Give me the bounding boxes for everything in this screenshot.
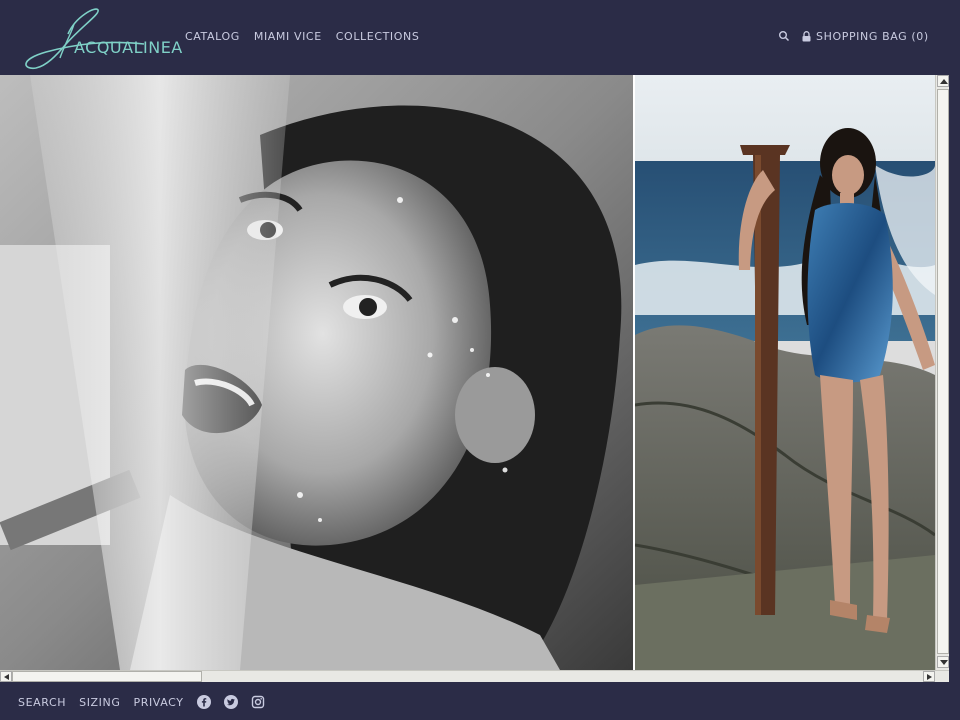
facebook-icon[interactable] (196, 695, 211, 709)
hero-image-left (0, 75, 633, 670)
footer-link-privacy[interactable]: PRIVACY (133, 696, 183, 709)
brand-logo[interactable]: ACQUALINEA (16, 4, 182, 70)
nav-item-miami-vice[interactable]: MIAMI VICE (254, 30, 322, 43)
site-header: ACQUALINEA CATALOG MIAMI VICE COLLECTION… (0, 0, 960, 75)
scroll-right-arrow[interactable] (923, 671, 935, 682)
horizontal-scroll-thumb[interactable] (12, 671, 202, 682)
scroll-left-arrow[interactable] (0, 671, 12, 682)
nav-item-catalog[interactable]: CATALOG (185, 30, 240, 43)
logo-text: ACQUALINEA (74, 38, 183, 57)
vertical-scrollbar[interactable] (935, 75, 949, 670)
shopping-bag-label: SHOPPING BAG (0) (816, 30, 929, 43)
vertical-scroll-thumb[interactable] (937, 89, 949, 654)
twitter-icon[interactable] (223, 695, 238, 709)
hero-viewport (0, 75, 949, 670)
scroll-down-arrow[interactable] (937, 656, 949, 668)
instagram-icon[interactable] (251, 695, 265, 709)
lock-icon (802, 31, 811, 42)
logo-script-l-icon (25, 8, 145, 70)
nav-item-collections[interactable]: COLLECTIONS (336, 30, 420, 43)
footer-link-sizing[interactable]: SIZING (79, 696, 120, 709)
site-footer: SEARCH SIZING PRIVACY (0, 682, 960, 720)
search-icon[interactable] (778, 30, 790, 42)
scroll-up-arrow[interactable] (937, 75, 949, 87)
main-nav: CATALOG MIAMI VICE COLLECTIONS (185, 30, 419, 43)
footer-link-search[interactable]: SEARCH (18, 696, 66, 709)
shopping-bag-button[interactable]: SHOPPING BAG (0) (802, 30, 929, 43)
hero-image-right (635, 75, 935, 670)
horizontal-scrollbar[interactable] (0, 670, 949, 682)
footer-nav: SEARCH SIZING PRIVACY (18, 695, 265, 709)
